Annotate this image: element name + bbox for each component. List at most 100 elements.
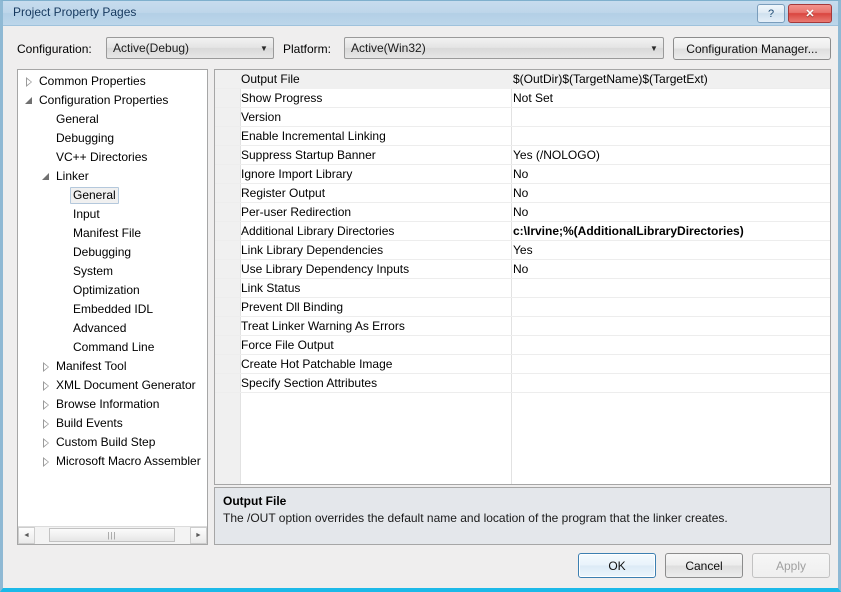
property-name: Link Status bbox=[241, 281, 301, 295]
ok-button[interactable]: OK bbox=[578, 553, 656, 578]
property-row[interactable]: Link Library Dependencies Yes bbox=[215, 241, 830, 260]
tree-item[interactable]: Linker bbox=[18, 167, 207, 186]
property-row[interactable]: Treat Linker Warning As Errors bbox=[215, 317, 830, 336]
scroll-right-arrow-icon[interactable]: ► bbox=[190, 527, 207, 544]
triangle-right-icon[interactable] bbox=[41, 414, 51, 433]
tree-item[interactable]: Configuration Properties bbox=[18, 91, 207, 110]
triangle-right-icon[interactable] bbox=[41, 395, 51, 414]
tree-item[interactable]: Debugging bbox=[18, 129, 207, 148]
tree-item-label: VC++ Directories bbox=[56, 150, 148, 164]
triangle-right-icon[interactable] bbox=[41, 452, 51, 471]
tree-item-label: Manifest Tool bbox=[56, 359, 127, 373]
property-grid[interactable]: Output File $(OutDir)$(TargetName)$(Targe… bbox=[215, 70, 830, 393]
help-button[interactable]: ? bbox=[757, 4, 785, 23]
property-row[interactable]: Link Status bbox=[215, 279, 830, 298]
scrollbar-thumb[interactable]: ||| bbox=[49, 528, 175, 542]
property-row[interactable]: Suppress Startup Banner Yes (/NOLOGO) bbox=[215, 146, 830, 165]
tree-item[interactable]: Optimization bbox=[18, 281, 207, 300]
tree-item[interactable]: XML Document Generator bbox=[18, 376, 207, 395]
property-value[interactable]: No bbox=[513, 184, 826, 203]
platform-dropdown[interactable]: Active(Win32) ▼ bbox=[344, 37, 664, 59]
tree-item[interactable]: General bbox=[18, 186, 207, 205]
configuration-label: Configuration: bbox=[17, 42, 92, 56]
property-tree[interactable]: Common Properties Configuration Propertie… bbox=[18, 70, 207, 526]
property-name: Prevent Dll Binding bbox=[241, 300, 344, 314]
property-row[interactable]: Per-user Redirection No bbox=[215, 203, 830, 222]
property-value[interactable]: $(OutDir)$(TargetName)$(TargetExt) bbox=[513, 70, 826, 89]
tree-item[interactable]: Manifest Tool bbox=[18, 357, 207, 376]
triangle-right-icon[interactable] bbox=[41, 433, 51, 452]
tree-item-label: General bbox=[70, 187, 119, 204]
property-name: Additional Library Directories bbox=[241, 224, 395, 238]
cancel-button[interactable]: Cancel bbox=[665, 553, 743, 578]
property-row[interactable]: Output File $(OutDir)$(TargetName)$(Targe… bbox=[215, 70, 830, 89]
property-row[interactable]: Specify Section Attributes bbox=[215, 374, 830, 393]
property-name: Ignore Import Library bbox=[241, 167, 353, 181]
property-value[interactable]: No bbox=[513, 203, 826, 222]
triangle-right-icon[interactable] bbox=[41, 376, 51, 395]
property-name: Suppress Startup Banner bbox=[241, 148, 376, 162]
property-value[interactable]: c:\Irvine;%(AdditionalLibraryDirectories… bbox=[513, 222, 826, 241]
tree-item[interactable]: Custom Build Step bbox=[18, 433, 207, 452]
property-name: Force File Output bbox=[241, 338, 334, 352]
tree-item[interactable]: Embedded IDL bbox=[18, 300, 207, 319]
tree-item-label: Advanced bbox=[73, 321, 127, 335]
tree-item-label: Browse Information bbox=[56, 397, 160, 411]
triangle-down-icon[interactable] bbox=[41, 167, 51, 186]
tree-item-label: Manifest File bbox=[73, 226, 142, 240]
property-name: Link Library Dependencies bbox=[241, 243, 384, 257]
tree-item[interactable]: Manifest File bbox=[18, 224, 207, 243]
property-row[interactable]: Additional Library Directories c:\Irvine;… bbox=[215, 222, 830, 241]
property-row[interactable]: Enable Incremental Linking bbox=[215, 127, 830, 146]
title-bar[interactable]: Project Property Pages ? ✕ bbox=[3, 1, 838, 26]
property-value[interactable]: Not Set bbox=[513, 89, 826, 108]
property-value[interactable]: No bbox=[513, 260, 826, 279]
property-name: Treat Linker Warning As Errors bbox=[241, 319, 405, 333]
scroll-left-arrow-icon[interactable]: ◄ bbox=[18, 527, 35, 544]
tree-item-label: Linker bbox=[56, 169, 89, 183]
tree-item[interactable]: Build Events bbox=[18, 414, 207, 433]
configuration-manager-button[interactable]: Configuration Manager... bbox=[673, 37, 831, 60]
property-value[interactable]: No bbox=[513, 165, 826, 184]
tree-item[interactable]: Command Line bbox=[18, 338, 207, 357]
property-grid-panel: Output File $(OutDir)$(TargetName)$(Targe… bbox=[214, 69, 831, 485]
property-row[interactable]: Prevent Dll Binding bbox=[215, 298, 830, 317]
property-row[interactable]: Ignore Import Library No bbox=[215, 165, 830, 184]
property-value[interactable]: Yes (/NOLOGO) bbox=[513, 146, 826, 165]
description-pane: Output File The /OUT option overrides th… bbox=[214, 487, 831, 545]
property-value[interactable]: Yes bbox=[513, 241, 826, 260]
tree-item[interactable]: VC++ Directories bbox=[18, 148, 207, 167]
property-row[interactable]: Version bbox=[215, 108, 830, 127]
property-row[interactable]: Use Library Dependency Inputs No bbox=[215, 260, 830, 279]
triangle-down-icon[interactable] bbox=[24, 91, 34, 110]
dialog-buttons: OK Cancel Apply bbox=[578, 553, 830, 578]
tree-horizontal-scrollbar[interactable]: ◄ ||| ► bbox=[18, 526, 207, 544]
tree-item[interactable]: Input bbox=[18, 205, 207, 224]
property-row[interactable]: Show Progress Not Set bbox=[215, 89, 830, 108]
tree-item[interactable]: Debugging bbox=[18, 243, 207, 262]
tree-item[interactable]: System bbox=[18, 262, 207, 281]
description-text: The /OUT option overrides the default na… bbox=[223, 511, 728, 525]
tree-item[interactable]: Microsoft Macro Assembler bbox=[18, 452, 207, 471]
close-button[interactable]: ✕ bbox=[788, 4, 832, 23]
tree-item[interactable]: General bbox=[18, 110, 207, 129]
property-row[interactable]: Register Output No bbox=[215, 184, 830, 203]
title-bar-buttons: ? ✕ bbox=[757, 4, 832, 23]
triangle-right-icon[interactable] bbox=[41, 357, 51, 376]
property-name: Use Library Dependency Inputs bbox=[241, 262, 410, 276]
property-row[interactable]: Force File Output bbox=[215, 336, 830, 355]
property-row[interactable]: Create Hot Patchable Image bbox=[215, 355, 830, 374]
tree-item[interactable]: Advanced bbox=[18, 319, 207, 338]
tree-item-label: Debugging bbox=[73, 245, 132, 259]
configuration-dropdown[interactable]: Active(Debug) ▼ bbox=[106, 37, 274, 59]
tree-item[interactable]: Browse Information bbox=[18, 395, 207, 414]
tree-item-label: Custom Build Step bbox=[56, 435, 156, 449]
tree-item[interactable]: Common Properties bbox=[18, 72, 207, 91]
triangle-right-icon[interactable] bbox=[24, 72, 34, 91]
tree-item-label: Microsoft Macro Assembler bbox=[56, 454, 201, 468]
tree-item-label: Common Properties bbox=[39, 74, 146, 88]
scrollbar-track[interactable]: ||| bbox=[35, 527, 190, 544]
property-name: Enable Incremental Linking bbox=[241, 129, 386, 143]
property-name: Per-user Redirection bbox=[241, 205, 352, 219]
tree-item-label: System bbox=[73, 264, 114, 278]
